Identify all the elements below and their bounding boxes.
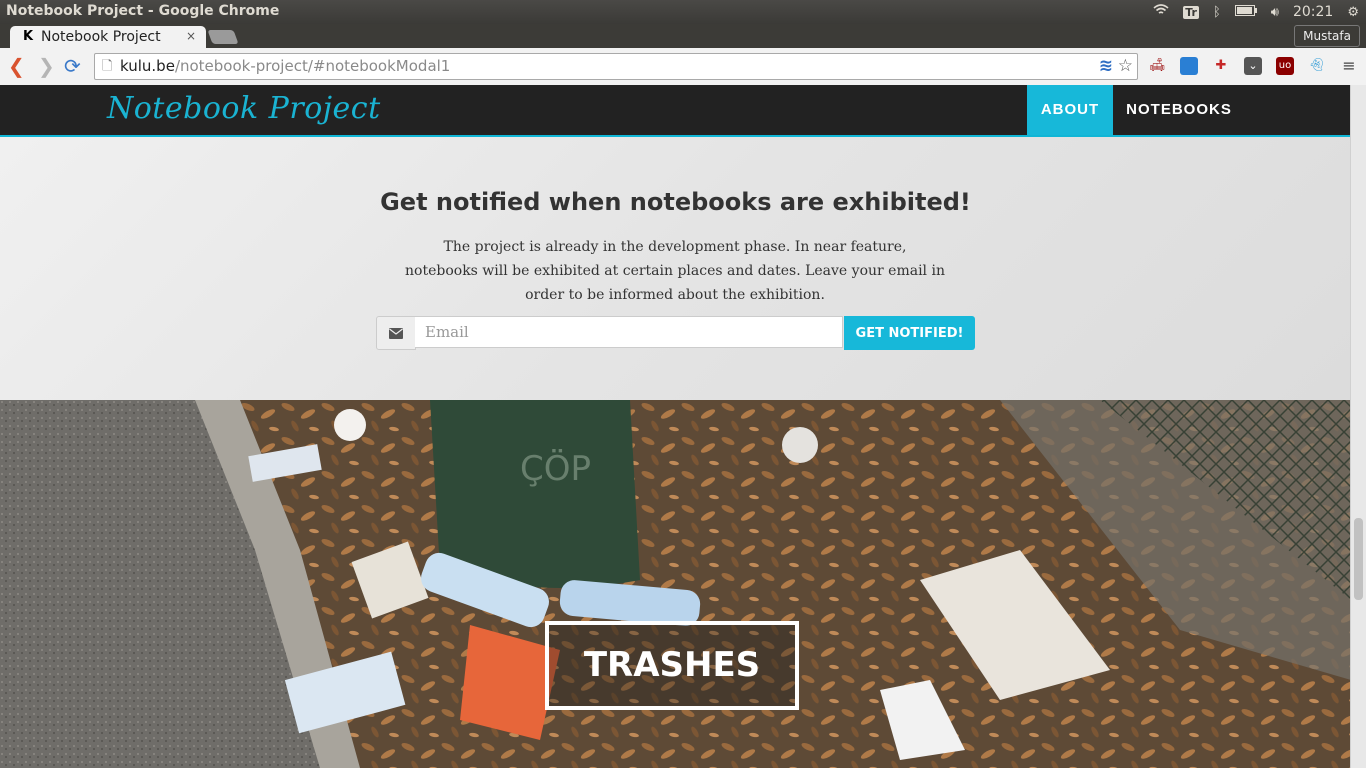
- browser-toolbar: ❮ ❯ ⟳ 🗋 kulu.be/notebook-project/#notebo…: [0, 48, 1366, 86]
- tab-favicon: K: [23, 29, 34, 44]
- url-path: /notebook-project/#notebookModal1: [174, 57, 451, 75]
- extension-window-icon[interactable]: [1180, 57, 1198, 75]
- battery-icon[interactable]: [1234, 4, 1257, 20]
- address-bar[interactable]: 🗋 kulu.be/notebook-project/#notebookModa…: [94, 53, 1138, 80]
- trash-photo: ÇÖP: [0, 400, 1351, 768]
- trashes-hero-image[interactable]: ÇÖP TRASHES: [0, 400, 1351, 768]
- volume-icon[interactable]: 🔊︎: [1271, 5, 1279, 20]
- back-arrow-icon[interactable]: ❮: [8, 56, 25, 76]
- tab-strip: K Notebook Project ×: [0, 24, 1366, 48]
- notify-heading: Get notified when notebooks are exhibite…: [380, 188, 971, 216]
- settings-gear-icon[interactable]: ⚙: [1347, 5, 1359, 20]
- extension-sofa-icon[interactable]: 🛋: [1148, 57, 1166, 75]
- envelope-icon: [376, 316, 416, 350]
- profile-button[interactable]: Mustafa: [1294, 25, 1360, 47]
- url-text[interactable]: kulu.be/notebook-project/#notebookModal1: [120, 54, 450, 79]
- reload-icon[interactable]: ⟳: [64, 56, 81, 76]
- window-title: Notebook Project - Google Chrome: [6, 3, 280, 19]
- svg-text:ÇÖP: ÇÖP: [520, 448, 591, 489]
- pocket-icon[interactable]: ⌄: [1244, 57, 1262, 75]
- extension-plus-icon[interactable]: ✚: [1212, 57, 1230, 75]
- chrome-menu-icon[interactable]: ≡: [1340, 57, 1358, 75]
- os-title-bar: Notebook Project - Google Chrome Tr ᛒ 🔊︎…: [0, 0, 1366, 24]
- get-notified-button[interactable]: GET NOTIFIED!: [844, 316, 975, 350]
- scrollbar-thumb[interactable]: [1354, 518, 1363, 600]
- page-icon: 🗋: [102, 59, 113, 74]
- ghostery-icon[interactable]: 👻︎: [1308, 57, 1326, 75]
- email-input[interactable]: [415, 316, 843, 348]
- browser-tab-active[interactable]: K Notebook Project ×: [10, 26, 206, 48]
- bookmark-star-icon[interactable]: ☆: [1118, 54, 1133, 79]
- web-page: Notebook Project ABOUT NOTEBOOKS Get not…: [0, 85, 1351, 768]
- translate-icon[interactable]: ≋: [1099, 54, 1113, 79]
- trashes-label[interactable]: TRASHES: [545, 621, 799, 710]
- keyboard-layout-indicator[interactable]: Tr: [1183, 5, 1199, 19]
- wifi-icon[interactable]: [1153, 4, 1169, 20]
- ublock-icon[interactable]: uo: [1276, 57, 1294, 75]
- notify-form: GET NOTIFIED!: [376, 316, 975, 350]
- new-tab-button[interactable]: [207, 30, 239, 44]
- page-scrollbar[interactable]: [1350, 85, 1366, 768]
- notify-section: Get notified when notebooks are exhibite…: [0, 137, 1351, 400]
- system-tray: Tr ᛒ 🔊︎ 20:21 ⚙: [1146, 0, 1366, 24]
- tab-close-icon[interactable]: ×: [186, 29, 196, 43]
- notify-description: The project is already in the developmen…: [405, 239, 945, 303]
- tab-title: Notebook Project: [41, 29, 161, 45]
- url-host: kulu.be: [120, 57, 175, 75]
- nav-notebooks[interactable]: NOTEBOOKS: [1113, 85, 1245, 135]
- site-brand[interactable]: Notebook Project: [107, 91, 381, 126]
- forward-arrow-icon[interactable]: ❯: [38, 56, 55, 76]
- bluetooth-icon[interactable]: ᛒ: [1213, 5, 1221, 20]
- site-navbar: Notebook Project ABOUT NOTEBOOKS: [0, 85, 1351, 137]
- nav-about[interactable]: ABOUT: [1027, 85, 1113, 135]
- clock[interactable]: 20:21: [1293, 4, 1333, 20]
